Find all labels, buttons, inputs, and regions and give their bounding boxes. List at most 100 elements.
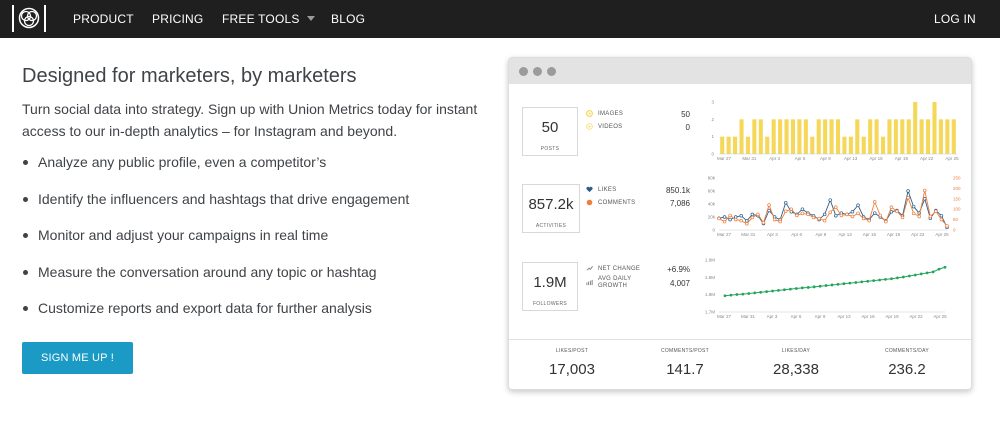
bar [951,119,956,154]
nav-login[interactable]: LOG IN [934,12,976,26]
summary-label: COMMENTS/DAY [884,348,930,354]
nav-blog[interactable]: BLOG [331,12,365,26]
data-point [741,292,745,296]
summary-value: 28,338 [773,361,819,378]
x-tick-label: Mar 27 [717,314,732,319]
top-nav: PRODUCT PRICING FREE TOOLS BLOG LOG IN [0,0,1000,38]
y-tick-label: 1 [711,134,714,139]
data-point [789,207,794,211]
data-point [839,213,844,218]
bar [745,136,751,154]
data-point [866,279,870,283]
net-change-label: NET CHANGE [598,266,641,272]
data-point [901,275,905,279]
summary-label: LIKES/POST [555,348,589,354]
x-tick-label: Apr 25 [933,314,947,319]
x-tick-label: Mar 31 [741,232,756,237]
y-tick-label: 1.9M [705,275,715,280]
bar [752,119,757,154]
bar [726,136,731,154]
posts-stat: 50 POSTS [522,107,578,156]
y-tick-label-left: 40k [708,202,716,207]
x-tick-label: Apr 19 [885,314,899,319]
activity-line-chart: 0 20k 40k 60k 80k 0 50 100 150 200 250 Mar 27 Mar 31… [708,176,961,238]
nav-product[interactable]: PRODUCT [73,12,134,26]
data-point [884,277,887,281]
intro-text: Turn social data into strategy. Sign up … [22,101,478,139]
nav-free-tools[interactable]: FREE TOOLS [222,12,315,26]
summary-comments-per-post: COMMENTS/POST 141.7 [630,348,740,378]
data-point [812,285,816,289]
bar [790,119,796,154]
bar [829,119,834,154]
posts-value: 50 [541,119,559,136]
images-label: IMAGES [598,111,624,117]
bar [842,136,847,154]
x-tick-label: Apr 16 [861,314,875,319]
activities-value: 857.2k [528,196,574,213]
bar [919,119,924,154]
y-tick-label: 3 [711,100,714,105]
bar [784,119,789,154]
data-point [761,220,766,225]
data-point [828,198,832,202]
data-point [811,215,816,220]
bar [810,136,815,154]
posts-label: POSTS [540,146,560,152]
data-point [756,212,760,217]
bar [848,136,853,154]
summary-value: 17,003 [549,361,595,378]
data-point [907,274,911,278]
feature-item: Analyze any public profile, even a compe… [22,152,409,189]
summary-likes-per-post: LIKES/POST 17,003 [517,348,627,378]
net-change-value: +6.9% [667,265,690,274]
data-point [867,218,871,223]
data-point [890,277,893,281]
nav-free-tools-label: FREE TOOLS [222,12,300,26]
data-point [783,200,788,205]
data-point [842,282,846,286]
data-point [735,293,739,296]
bar [835,119,841,154]
net-change-icon [586,266,593,271]
images-value: 50 [681,110,690,119]
data-point [747,292,751,295]
x-tick-label: Apr 25 [935,232,949,237]
sign-up-button[interactable]: SIGN ME UP ! [22,342,133,374]
x-tick-label: Apr 13 [838,232,852,237]
bar [913,102,918,154]
bar [887,119,892,154]
data-point [906,196,910,200]
data-point [860,280,864,284]
data-point [795,213,799,218]
followers-stat: 1.9M FOLLOWERS [522,262,578,311]
bar [816,119,821,154]
x-tick-label: Mar 27 [717,232,732,237]
bar [765,136,770,154]
y-tick-label-right: 100 [953,207,961,212]
data-point [772,217,777,222]
data-point [800,286,804,290]
union-metrics-logo[interactable] [12,5,46,32]
y-tick-label-right: 150 [953,196,961,201]
y-tick-label-right: 250 [953,176,961,181]
bar [906,119,911,154]
data-point [872,211,877,215]
bar [925,119,931,154]
data-point [856,203,860,208]
data-point [889,205,894,209]
feature-item: Identify the influencers and hashtags th… [22,189,409,226]
feature-item: Measure the conversation around any topi… [22,262,409,299]
x-tick-label: Apr 16 [863,232,877,237]
bar [823,119,828,154]
bar [868,119,873,154]
data-point [884,219,888,224]
data-point [783,288,786,292]
bar [771,119,776,154]
bar [874,119,879,154]
data-point [723,294,727,298]
nav-pricing[interactable]: PRICING [152,12,203,26]
y-tick-label-right: 50 [953,217,959,222]
x-tick-label: Apr 22 [909,314,923,319]
data-point [717,216,721,221]
